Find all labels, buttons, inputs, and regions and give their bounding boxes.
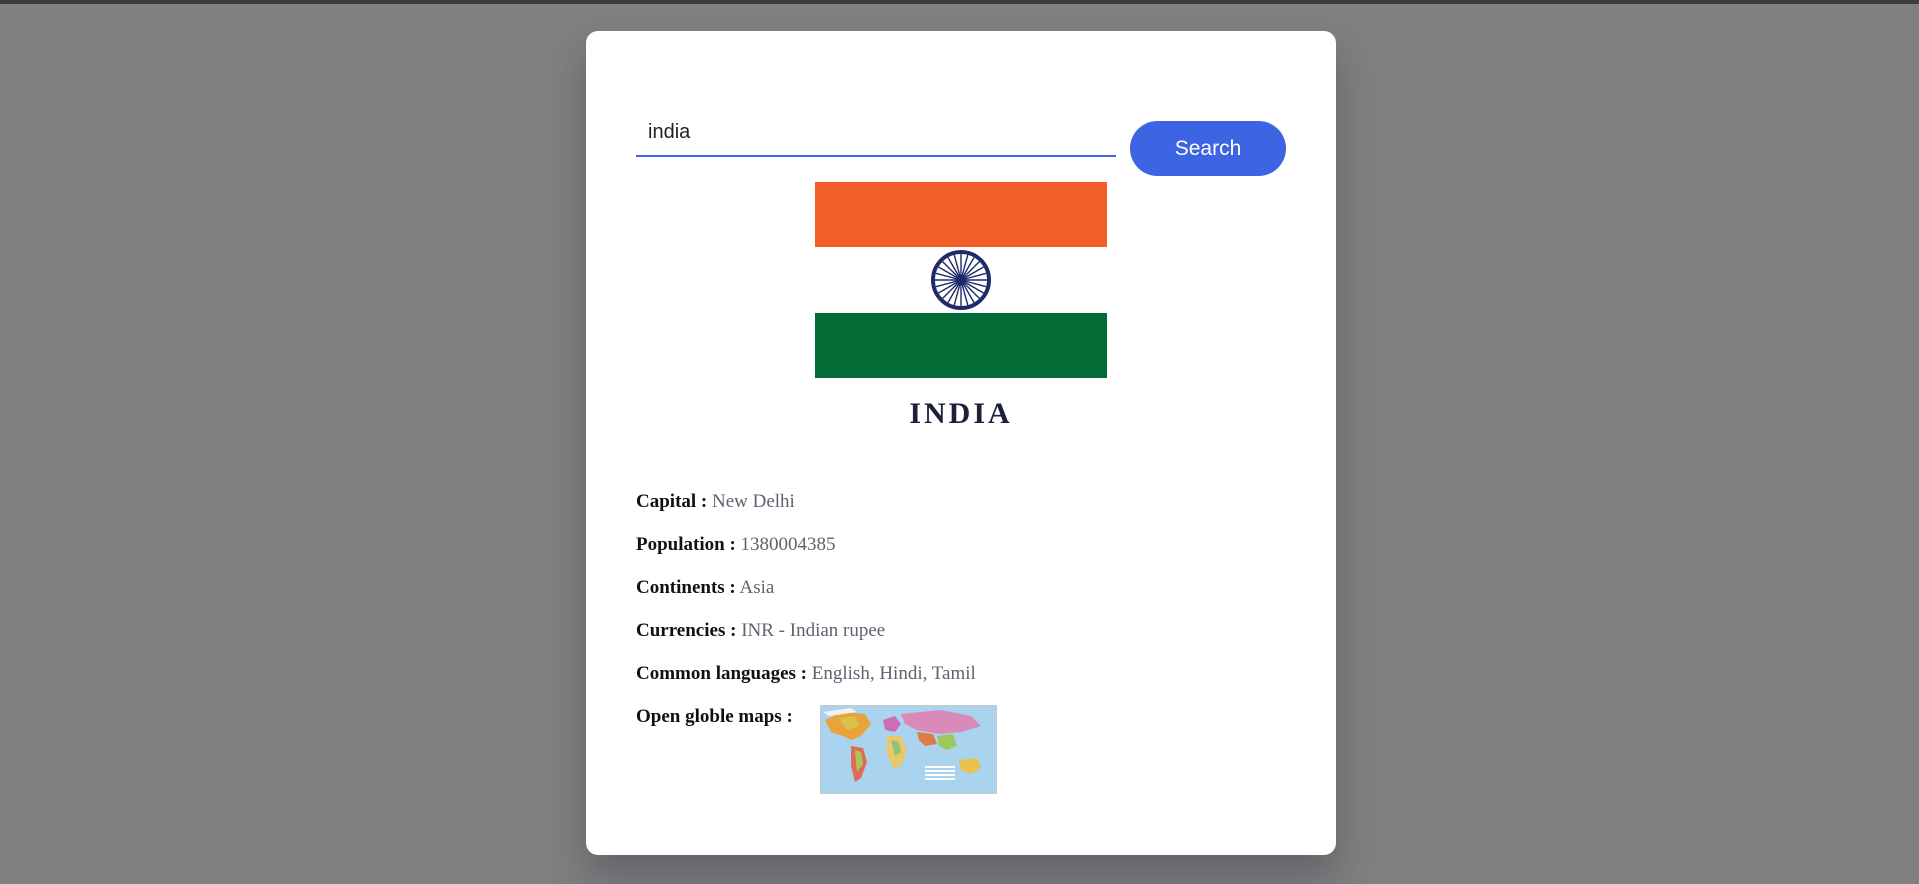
detail-value: New Delhi [712, 491, 795, 512]
top-edge-strip [0, 0, 1919, 4]
search-input[interactable] [636, 117, 1116, 157]
detail-currencies: Currencies : INR - Indian rupee [636, 616, 1286, 659]
detail-value: Asia [739, 577, 775, 598]
search-bar: Search [636, 91, 1286, 177]
detail-languages: Common languages : English, Hindi, Tamil [636, 659, 1286, 702]
country-flag [815, 182, 1107, 378]
detail-label: Continents : [636, 577, 736, 598]
flag-saffron-band [815, 182, 1107, 247]
detail-label: Currencies : [636, 620, 737, 641]
detail-value: INR - Indian rupee [741, 620, 886, 641]
maps-label: Open globle maps : [636, 706, 793, 727]
detail-capital: Capital : New Delhi [636, 487, 1286, 530]
search-button[interactable]: Search [1130, 121, 1286, 176]
detail-maps: Open globle maps : [636, 702, 1286, 794]
country-name-heading: INDIA [909, 397, 1013, 430]
detail-label: Capital : [636, 491, 708, 512]
detail-label: Population : [636, 534, 736, 555]
country-card: Search INDIA Capital : New Delhi Populat… [586, 31, 1336, 855]
country-details: Capital : New Delhi Population : 1380004… [636, 487, 1286, 794]
ashoka-chakra-icon [931, 250, 991, 310]
flag-green-band [815, 313, 1107, 378]
detail-label: Common languages : [636, 663, 808, 684]
detail-value: English, Hindi, Tamil [811, 663, 976, 684]
detail-population: Population : 1380004385 [636, 530, 1286, 573]
detail-continents: Continents : Asia [636, 573, 1286, 616]
flag-white-band [815, 247, 1107, 313]
detail-value: 1380004385 [740, 534, 836, 555]
world-map-icon [821, 706, 996, 793]
world-map-link[interactable] [820, 705, 997, 794]
